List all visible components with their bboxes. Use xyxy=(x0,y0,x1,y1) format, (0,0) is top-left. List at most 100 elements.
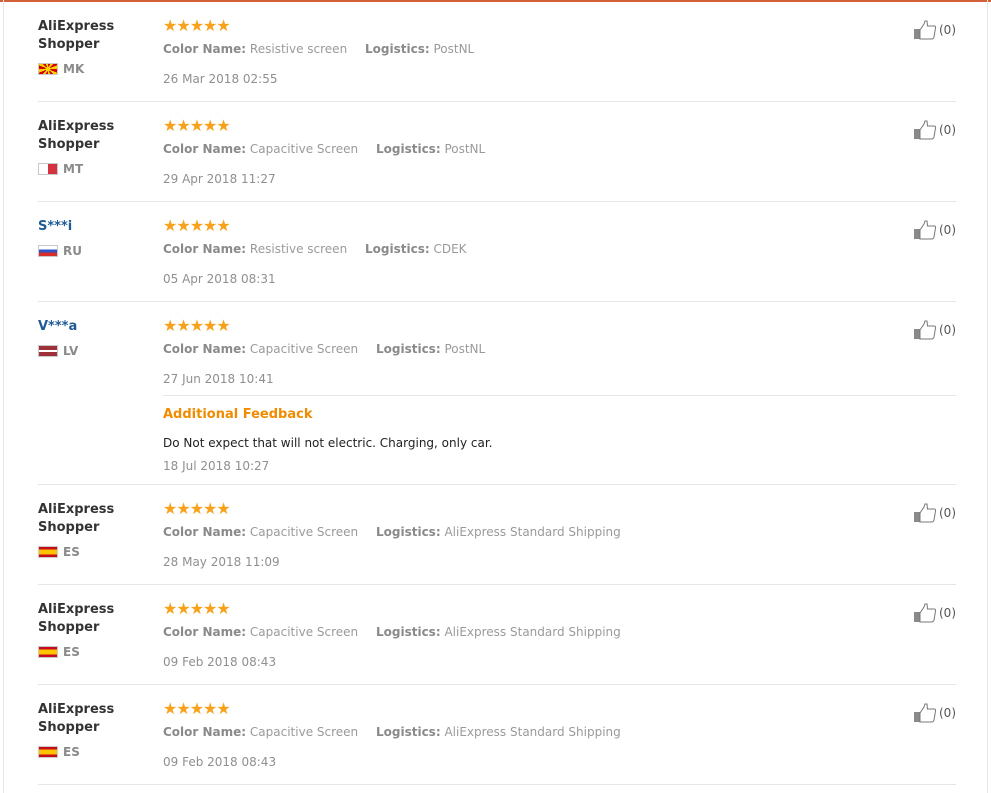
color-label: Color Name: xyxy=(163,142,247,156)
color-value: Capacitive Screen xyxy=(249,625,359,639)
helpful-count: (0) xyxy=(939,123,956,137)
color-label: Color Name: xyxy=(163,242,247,256)
logistics-label: Logistics: xyxy=(375,342,441,356)
order-attributes: Color Name: Capacitive Screen Logistics:… xyxy=(163,524,903,540)
logistics-label: Logistics: xyxy=(365,42,430,56)
color-attribute: Color Name: Resistive screen xyxy=(163,241,347,257)
star-rating: ★★★★★ xyxy=(163,316,231,335)
color-attribute: Color Name: Capacitive Screen xyxy=(163,524,358,540)
color-value: Capacitive Screen xyxy=(249,342,359,356)
logistics-attribute: Logistics: CDEK xyxy=(365,241,467,257)
reviewer-name[interactable]: V***a xyxy=(38,318,148,336)
feedback-list: AliExpress Shopper MK ★★★★★ Color Name: … xyxy=(38,2,956,785)
logistics-label: Logistics: xyxy=(365,242,430,256)
reviewer-name: AliExpress Shopper xyxy=(38,119,115,152)
star-rating: ★★★★★ xyxy=(163,216,231,235)
review-content: ★★★★★ Color Name: Capacitive Screen Logi… xyxy=(163,318,903,387)
helpful-button[interactable]: (0) xyxy=(913,220,956,240)
review-date: 05 Apr 2018 08:31 xyxy=(163,272,276,286)
review-content: ★★★★★ Color Name: Capacitive Screen Logi… xyxy=(163,118,903,187)
order-attributes: Color Name: Capacitive Screen Logistics:… xyxy=(163,341,903,357)
additional-feedback-title: Additional Feedback xyxy=(163,407,313,422)
color-label: Color Name: xyxy=(163,342,247,356)
order-attributes: Color Name: Capacitive Screen Logistics:… xyxy=(163,141,903,157)
review-item: AliExpress Shopper ES ★★★★★ Color Name: … xyxy=(38,485,956,585)
helpful-count: (0) xyxy=(939,323,956,337)
logistics-value: AliExpress Standard Shipping xyxy=(444,725,621,739)
review-date: 09 Feb 2018 08:43 xyxy=(163,755,277,769)
helpful-button[interactable]: (0) xyxy=(913,503,956,523)
color-attribute: Color Name: Capacitive Screen xyxy=(163,141,358,157)
reviewer-info: AliExpress Shopper ES xyxy=(38,701,148,759)
color-label: Color Name: xyxy=(163,42,247,56)
color-value: Resistive screen xyxy=(249,42,348,56)
reviewer-country: LV xyxy=(38,344,148,358)
review-date: 29 Apr 2018 11:27 xyxy=(163,172,276,186)
logistics-label: Logistics: xyxy=(375,525,441,539)
order-attributes: Color Name: Resistive screen Logistics: … xyxy=(163,241,903,257)
star-rating: ★★★★★ xyxy=(163,116,231,135)
order-attributes: Color Name: Capacitive Screen Logistics:… xyxy=(163,624,903,640)
flag-es-icon xyxy=(38,646,58,658)
country-code: ES xyxy=(63,645,80,659)
reviewer-name[interactable]: S***i xyxy=(38,218,148,236)
review-item: AliExpress Shopper ES ★★★★★ Color Name: … xyxy=(38,685,956,785)
logistics-value: AliExpress Standard Shipping xyxy=(444,525,621,539)
logistics-attribute: Logistics: AliExpress Standard Shipping xyxy=(376,724,621,740)
logistics-label: Logistics: xyxy=(375,142,441,156)
logistics-value: AliExpress Standard Shipping xyxy=(444,625,621,639)
reviewer-info: AliExpress Shopper MK xyxy=(38,18,148,76)
logistics-attribute: Logistics: AliExpress Standard Shipping xyxy=(376,624,621,640)
color-value: Capacitive Screen xyxy=(249,725,359,739)
review-item: AliExpress Shopper MT ★★★★★ Color Name: … xyxy=(38,102,956,202)
flag-mt-icon xyxy=(38,163,58,175)
logistics-value: CDEK xyxy=(433,242,467,256)
color-value: Capacitive Screen xyxy=(249,525,359,539)
logistics-attribute: Logistics: PostNL xyxy=(376,141,485,157)
helpful-button[interactable]: (0) xyxy=(913,120,956,140)
logistics-value: PostNL xyxy=(433,42,475,56)
flag-ru-icon xyxy=(38,245,58,257)
color-attribute: Color Name: Capacitive Screen xyxy=(163,624,358,640)
reviewer-info: S***i RU xyxy=(38,218,148,258)
color-label: Color Name: xyxy=(163,525,247,539)
review-date: 26 Mar 2018 02:55 xyxy=(163,72,278,86)
additional-feedback-date: 18 Jul 2018 10:27 xyxy=(163,459,270,473)
review-date: 27 Jun 2018 10:41 xyxy=(163,372,274,386)
reviewer-info: V***a LV xyxy=(38,318,148,358)
reviewer-info: AliExpress Shopper MT xyxy=(38,118,148,176)
logistics-attribute: Logistics: AliExpress Standard Shipping xyxy=(376,524,621,540)
additional-feedback-text: Do Not expect that will not electric. Ch… xyxy=(163,436,493,450)
star-rating: ★★★★★ xyxy=(163,599,231,618)
helpful-button[interactable]: (0) xyxy=(913,20,956,40)
logistics-value: PostNL xyxy=(444,142,486,156)
thumbs-up-icon xyxy=(914,503,937,523)
color-attribute: Color Name: Capacitive Screen xyxy=(163,341,358,357)
reviewer-country: ES xyxy=(38,645,148,659)
flag-mk-icon xyxy=(38,63,58,75)
country-code: MT xyxy=(63,162,84,176)
helpful-button[interactable]: (0) xyxy=(913,703,956,723)
flag-lv-icon xyxy=(38,345,58,357)
logistics-attribute: Logistics: PostNL xyxy=(365,41,474,57)
color-value: Capacitive Screen xyxy=(249,142,359,156)
reviewer-info: AliExpress Shopper ES xyxy=(38,501,148,559)
reviewer-country: MK xyxy=(38,62,148,76)
color-value: Resistive screen xyxy=(249,242,348,256)
star-rating: ★★★★★ xyxy=(163,16,231,35)
helpful-count: (0) xyxy=(939,606,956,620)
helpful-button[interactable]: (0) xyxy=(913,603,956,623)
reviewer-country: ES xyxy=(38,545,148,559)
helpful-button[interactable]: (0) xyxy=(913,320,956,340)
helpful-count: (0) xyxy=(939,506,956,520)
color-label: Color Name: xyxy=(163,725,247,739)
review-item: AliExpress Shopper MK ★★★★★ Color Name: … xyxy=(38,2,956,102)
reviewer-country: MT xyxy=(38,162,148,176)
country-code: ES xyxy=(63,545,80,559)
reviewer-name: AliExpress Shopper xyxy=(38,702,115,735)
reviewer-name: AliExpress Shopper xyxy=(38,602,115,635)
logistics-label: Logistics: xyxy=(375,625,441,639)
color-label: Color Name: xyxy=(163,625,247,639)
left-border xyxy=(3,0,4,793)
reviewer-country: ES xyxy=(38,745,148,759)
